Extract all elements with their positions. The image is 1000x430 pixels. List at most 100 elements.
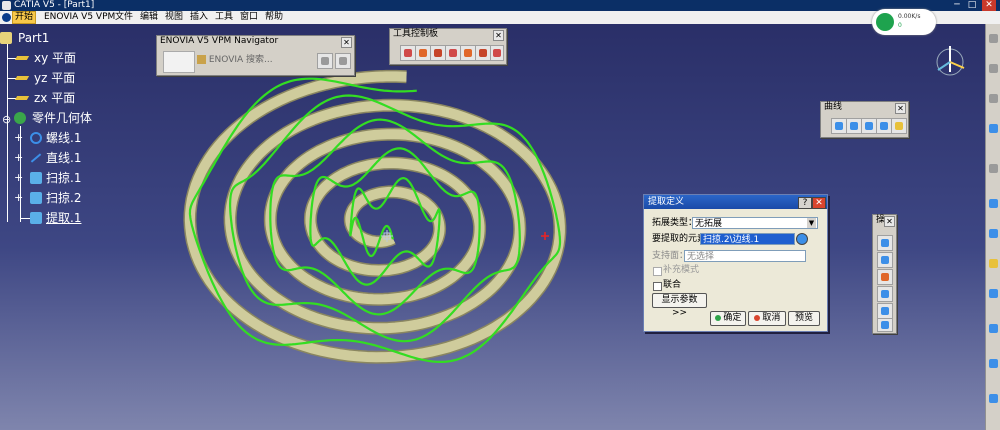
tool-button-7[interactable] xyxy=(490,45,504,61)
ops-tool-button-4[interactable] xyxy=(877,286,893,302)
chevron-down-icon[interactable]: ▼ xyxy=(807,218,816,228)
menu-help[interactable]: 帮助 xyxy=(263,11,285,24)
close-icon[interactable]: ✕ xyxy=(341,37,352,48)
extension-type-select[interactable]: 无拓展 ▼ xyxy=(692,217,818,229)
operations-panel: 操 ✕ xyxy=(872,214,897,334)
complementary-checkbox[interactable] xyxy=(653,267,662,276)
expand-icon[interactable]: ⊖ xyxy=(2,112,11,128)
close-icon[interactable]: ✕ xyxy=(982,0,996,11)
curve-tool-button-1[interactable] xyxy=(831,118,847,134)
maximize-icon[interactable]: □ xyxy=(965,0,979,11)
element-selector-icon[interactable] xyxy=(796,233,808,245)
close-icon[interactable]: ✕ xyxy=(884,216,895,227)
tool-button-2[interactable] xyxy=(415,45,431,61)
support-label: 支持面： xyxy=(652,251,689,261)
menu-insert[interactable]: 插入 xyxy=(188,11,210,24)
plane-icon xyxy=(14,56,30,60)
menu-tools[interactable]: 工具 xyxy=(213,11,235,24)
toolbar-icon[interactable] xyxy=(989,199,998,208)
panel-title: 工具控制板 xyxy=(390,29,506,40)
title-bar: CATIA V5 - [Part1] ─ □ ✕ xyxy=(0,0,1000,11)
expand-icon[interactable]: + xyxy=(14,130,23,146)
show-parameters-button[interactable]: 显示参数 >> xyxy=(652,293,707,318)
extension-type-label: 拓展类型： xyxy=(652,218,698,228)
extract-icon xyxy=(30,212,42,224)
expand-icon[interactable]: + xyxy=(14,190,23,206)
network-speed: 0.00K/s xyxy=(898,13,921,20)
enovia-logo-icon[interactable] xyxy=(163,51,195,73)
red-marker-icon xyxy=(541,232,549,240)
toolbar-icon[interactable] xyxy=(989,259,998,268)
enovia-search-button[interactable]: ENOVIA 搜索... xyxy=(197,53,297,68)
menu-enovia[interactable]: ENOVIA V5 VPM xyxy=(42,11,117,24)
close-icon[interactable]: ✕ xyxy=(812,197,826,209)
ops-tool-button-2[interactable] xyxy=(877,252,893,268)
tool-button-5[interactable] xyxy=(460,45,476,61)
sweep-icon xyxy=(30,172,42,184)
part-icon xyxy=(0,32,12,44)
menu-window[interactable]: 窗口 xyxy=(238,11,260,24)
curve-tool-button-3[interactable] xyxy=(861,118,877,134)
network-count: 0 xyxy=(898,22,902,29)
curve-panel: 曲线 ✕ xyxy=(820,101,909,138)
network-status-widget: 0.00K/s 0 xyxy=(872,9,936,35)
plane-icon xyxy=(14,96,30,100)
federation-label: 联合 xyxy=(663,280,682,290)
app-icon xyxy=(2,1,11,10)
catia-logo-icon xyxy=(2,13,11,22)
ops-tool-button-6[interactable] xyxy=(877,318,893,332)
ok-button[interactable]: 确定 xyxy=(710,311,746,326)
preview-button[interactable]: 预览 xyxy=(788,311,820,326)
enovia-tool-button-2[interactable] xyxy=(335,53,351,69)
ops-tool-button-3[interactable] xyxy=(877,269,893,285)
body-gear-icon xyxy=(14,112,26,124)
toolbar-icon[interactable] xyxy=(989,324,998,333)
menu-bar: 开始 ENOVIA V5 VPM 文件 编辑 视图 插入 工具 窗口 帮助 xyxy=(0,11,1000,25)
complementary-label: 补充模式 xyxy=(663,265,700,275)
ops-tool-button-1[interactable] xyxy=(877,235,893,251)
expand-icon[interactable]: + xyxy=(14,170,23,186)
search-icon xyxy=(197,55,206,64)
right-toolbar xyxy=(985,24,1000,430)
close-icon[interactable]: ✕ xyxy=(895,103,906,114)
menu-start[interactable]: 开始 xyxy=(12,11,37,24)
toolbar-icon[interactable] xyxy=(989,394,998,403)
toolbar-icon[interactable] xyxy=(989,164,998,173)
wifi-icon xyxy=(876,13,894,31)
tools-control-panel: 工具控制板 ✕ xyxy=(389,28,507,65)
enovia-navigator-panel: ENOVIA V5 VPM Navigator ✕ ENOVIA 搜索... xyxy=(156,35,355,76)
toolbar-icon[interactable] xyxy=(989,124,998,133)
extract-definition-dialog: 提取定义 ? ✕ 拓展类型： 无拓展 ▼ 要提取的元素 扫掠.2\边线.1 支持… xyxy=(643,194,828,332)
tool-button-4[interactable] xyxy=(445,45,461,61)
cancel-button[interactable]: 取消 xyxy=(748,311,786,326)
menu-edit[interactable]: 编辑 xyxy=(138,11,160,24)
toolbar-icon[interactable] xyxy=(989,359,998,368)
federation-checkbox[interactable] xyxy=(653,282,662,291)
support-field[interactable]: 无选择 xyxy=(684,250,806,262)
ops-tool-button-5[interactable] xyxy=(877,303,893,319)
element-label: 要提取的元素 xyxy=(652,234,707,244)
toolbar-icon[interactable] xyxy=(989,64,998,73)
menu-file[interactable]: 文件 xyxy=(113,11,135,24)
helix-icon xyxy=(30,132,42,144)
curve-tool-button-5[interactable] xyxy=(891,118,907,134)
toolbar-icon[interactable] xyxy=(989,34,998,43)
toolbar-icon[interactable] xyxy=(989,289,998,298)
curve-tool-button-2[interactable] xyxy=(846,118,862,134)
curve-tool-button-4[interactable] xyxy=(876,118,892,134)
close-icon[interactable]: ✕ xyxy=(493,30,504,41)
toolbar-icon[interactable] xyxy=(989,94,998,103)
ok-icon xyxy=(714,314,721,321)
tool-button-6[interactable] xyxy=(475,45,491,61)
window-title: CATIA V5 - [Part1] xyxy=(14,0,95,10)
expand-icon[interactable]: + xyxy=(14,150,23,166)
tool-button-1[interactable] xyxy=(400,45,416,61)
menu-view[interactable]: 视图 xyxy=(163,11,185,24)
3d-viewport[interactable] xyxy=(0,24,1000,430)
toolbar-icon[interactable] xyxy=(989,229,998,238)
enovia-tool-button-1[interactable] xyxy=(317,53,333,69)
help-icon[interactable]: ? xyxy=(798,197,812,209)
minimize-icon[interactable]: ─ xyxy=(950,0,964,11)
element-field[interactable]: 扫掠.2\边线.1 xyxy=(700,233,795,245)
tool-button-3[interactable] xyxy=(430,45,446,61)
